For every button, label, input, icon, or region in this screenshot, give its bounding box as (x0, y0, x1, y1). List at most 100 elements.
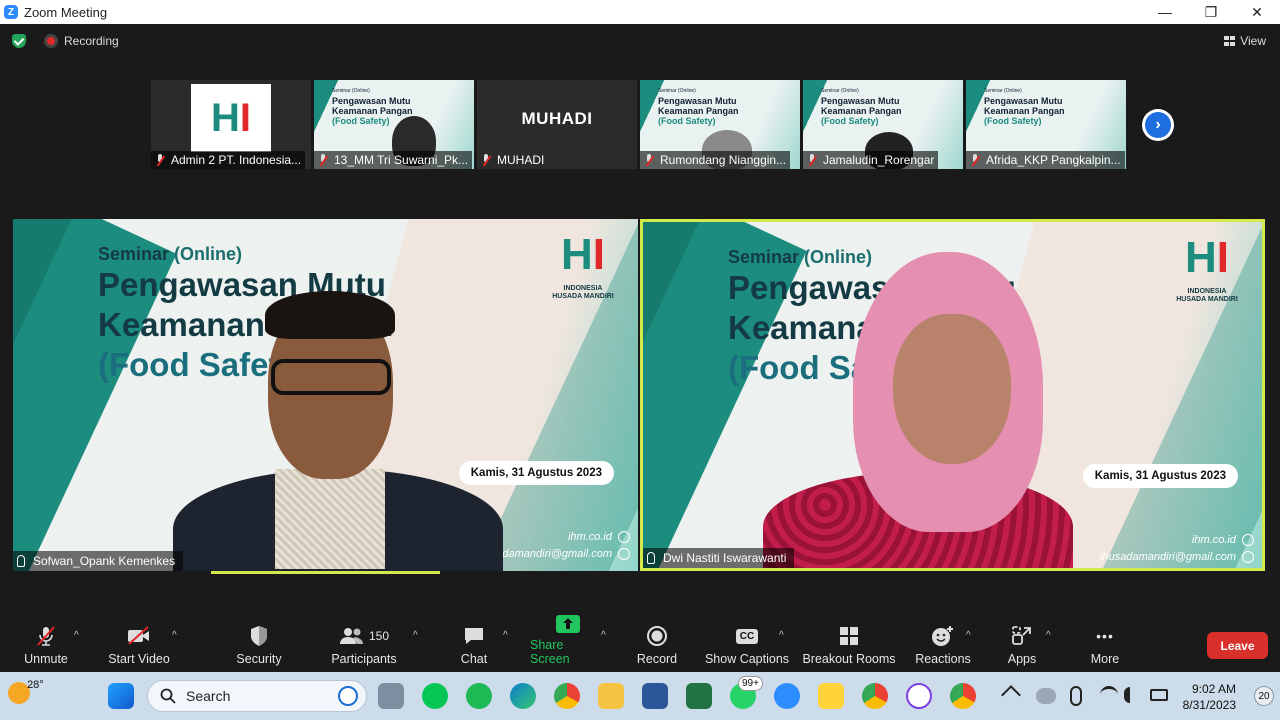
participant-thumbnail[interactable]: Seminar (Online) Pengawasan Mutu Keamanan … (803, 80, 963, 169)
participant-name: Rumondang Nianggin... (660, 153, 787, 167)
task-view-icon[interactable] (378, 683, 404, 709)
participant-video-tile[interactable]: Seminar (Online) Pengawasan Mutu Keamana… (13, 219, 638, 571)
security-shield-icon[interactable] (12, 34, 26, 48)
recording-indicator[interactable]: Recording (12, 34, 119, 48)
chrome-browser-icon[interactable] (554, 683, 580, 709)
microphone-icon[interactable] (1070, 686, 1082, 706)
thumb-slide-subtitle: (Food Safety) (984, 116, 1042, 126)
weather-widget[interactable]: 28° (8, 679, 50, 704)
captions-options-caret[interactable]: ^ (779, 630, 784, 641)
participant-thumbnail[interactable]: Seminar (Online) Pengawasan Mutu Keamanan … (314, 80, 474, 169)
edge-browser-icon[interactable] (510, 683, 536, 709)
thumb-slide-seminar: Seminar (Online) (984, 88, 1022, 94)
video-off-icon (126, 625, 152, 647)
word-app-icon[interactable] (642, 683, 668, 709)
cloud-icon[interactable] (1036, 688, 1056, 704)
system-clock[interactable]: 9:02 AM 8/31/2023 (1183, 681, 1236, 713)
search-placeholder: Search (186, 688, 231, 704)
thumb-slide-title: Keamanan Pangan (984, 106, 1065, 116)
share-screen-icon (555, 615, 581, 633)
chrome-profile-icon[interactable] (950, 683, 976, 709)
bing-icon[interactable] (338, 686, 358, 706)
zoom-app-icon[interactable] (774, 683, 800, 709)
video-options-caret[interactable]: ^ (172, 630, 177, 641)
taskbar-search-box[interactable]: Search (147, 680, 367, 712)
whatsapp-icon[interactable]: 99+ (730, 676, 763, 709)
audio-options-caret[interactable]: ^ (74, 630, 79, 641)
start-video-button[interactable]: Start Video (104, 624, 174, 672)
spotify-icon[interactable] (466, 683, 492, 709)
reactions-options-caret[interactable]: ^ (966, 630, 971, 641)
participant-name: 13_MM Tri Suwarni_Pk... (334, 153, 469, 167)
thumb-slide-title: Keamanan Pangan (658, 106, 739, 116)
globe-icon (618, 531, 630, 544)
slide-seminar-label: Seminar (98, 244, 175, 264)
slide-seminar-label: Seminar (728, 247, 805, 267)
notification-badge: 99+ (738, 676, 763, 691)
media-player-icon[interactable] (906, 683, 932, 709)
thumb-slide-title: Keamanan Pangan (821, 106, 902, 116)
line-app-icon[interactable] (422, 683, 448, 709)
muted-mic-icon (33, 625, 59, 647)
captions-icon: CC (734, 625, 760, 647)
active-speaker-video-tile[interactable]: Seminar (Online) Pengawasan Mutu Keamana… (640, 219, 1265, 571)
excel-app-icon[interactable] (686, 683, 712, 709)
mail-icon (618, 548, 630, 561)
thumb-slide-seminar: Seminar (Online) (658, 88, 696, 94)
next-page-button[interactable]: › (1142, 109, 1174, 141)
minimize-button[interactable]: — (1142, 0, 1188, 24)
view-label: View (1240, 34, 1266, 48)
volume-icon[interactable] (1124, 687, 1140, 703)
chat-button[interactable]: Chat (456, 624, 492, 672)
unmute-button[interactable]: Unmute (22, 624, 70, 672)
share-options-caret[interactable]: ^ (601, 630, 606, 641)
windows-taskbar: 28° Search 99+ 9:02 AM 8/31/2023 20 (0, 672, 1280, 720)
wifi-icon[interactable] (1100, 686, 1118, 704)
share-screen-button[interactable]: Share Screen (530, 615, 606, 672)
meeting-toolbar: Unmute ^ Start Video ^ Security 150 Part… (0, 615, 1280, 672)
grid-view-icon (1224, 36, 1236, 46)
close-button[interactable]: ✕ (1234, 0, 1280, 24)
muted-mic-icon (970, 154, 980, 166)
window-title: Zoom Meeting (24, 4, 108, 20)
thumb-slide-seminar: Seminar (Online) (821, 88, 859, 94)
chat-options-caret[interactable]: ^ (503, 630, 508, 641)
participant-thumbnail[interactable]: Seminar (Online) Pengawasan Mutu Keamanan … (640, 80, 800, 169)
restore-button[interactable]: ❐ (1188, 0, 1234, 24)
window-titlebar: Z Zoom Meeting — ❐ ✕ (0, 0, 1280, 24)
battery-icon[interactable] (1150, 689, 1168, 701)
file-explorer-icon[interactable] (598, 683, 624, 709)
chevron-right-icon: › (1145, 112, 1171, 138)
participant-thumbnail[interactable]: HI Admin 2 PT. Indonesia... (151, 80, 311, 169)
start-menu-icon[interactable] (108, 683, 134, 709)
smiley-plus-icon (930, 625, 956, 647)
apps-icon (1009, 625, 1035, 647)
participants-button[interactable]: 150 Participants (329, 624, 399, 672)
mic-icon (17, 555, 25, 567)
clock-date: 8/31/2023 (1182, 698, 1236, 712)
muted-mic-icon (155, 154, 165, 166)
thumb-slide-subtitle: (Food Safety) (332, 116, 390, 126)
participants-count: 150 (368, 629, 390, 643)
reactions-button[interactable]: Reactions (914, 624, 972, 672)
chrome-profile-icon[interactable] (862, 683, 888, 709)
leave-button[interactable]: Leave (1207, 632, 1268, 659)
show-hidden-icons-chevron-icon[interactable] (1001, 685, 1021, 705)
sticky-notes-icon[interactable] (818, 683, 844, 709)
notification-center-badge[interactable]: 20 (1254, 686, 1274, 706)
apps-button[interactable]: Apps (1002, 624, 1042, 672)
breakout-rooms-button[interactable]: Breakout Rooms (802, 624, 896, 672)
apps-options-caret[interactable]: ^ (1046, 630, 1051, 641)
ihm-logo-icon: HI INDONESIA HUSADA MANDIRI (552, 230, 614, 300)
show-captions-button[interactable]: CC Show Captions (703, 624, 791, 672)
view-button[interactable]: View (1224, 34, 1266, 48)
chat-icon (461, 625, 487, 647)
thumb-slide-subtitle: (Food Safety) (658, 116, 716, 126)
participant-thumbnail[interactable]: Seminar (Online) Pengawasan Mutu Keamanan … (966, 80, 1126, 169)
security-button[interactable]: Security (234, 624, 284, 672)
participants-options-caret[interactable]: ^ (413, 630, 418, 641)
muted-mic-icon (644, 154, 654, 166)
more-button[interactable]: ••• More (1086, 624, 1124, 672)
participant-thumbnail[interactable]: MUHADI MUHADI (477, 80, 637, 169)
record-button[interactable]: Record (634, 624, 680, 672)
